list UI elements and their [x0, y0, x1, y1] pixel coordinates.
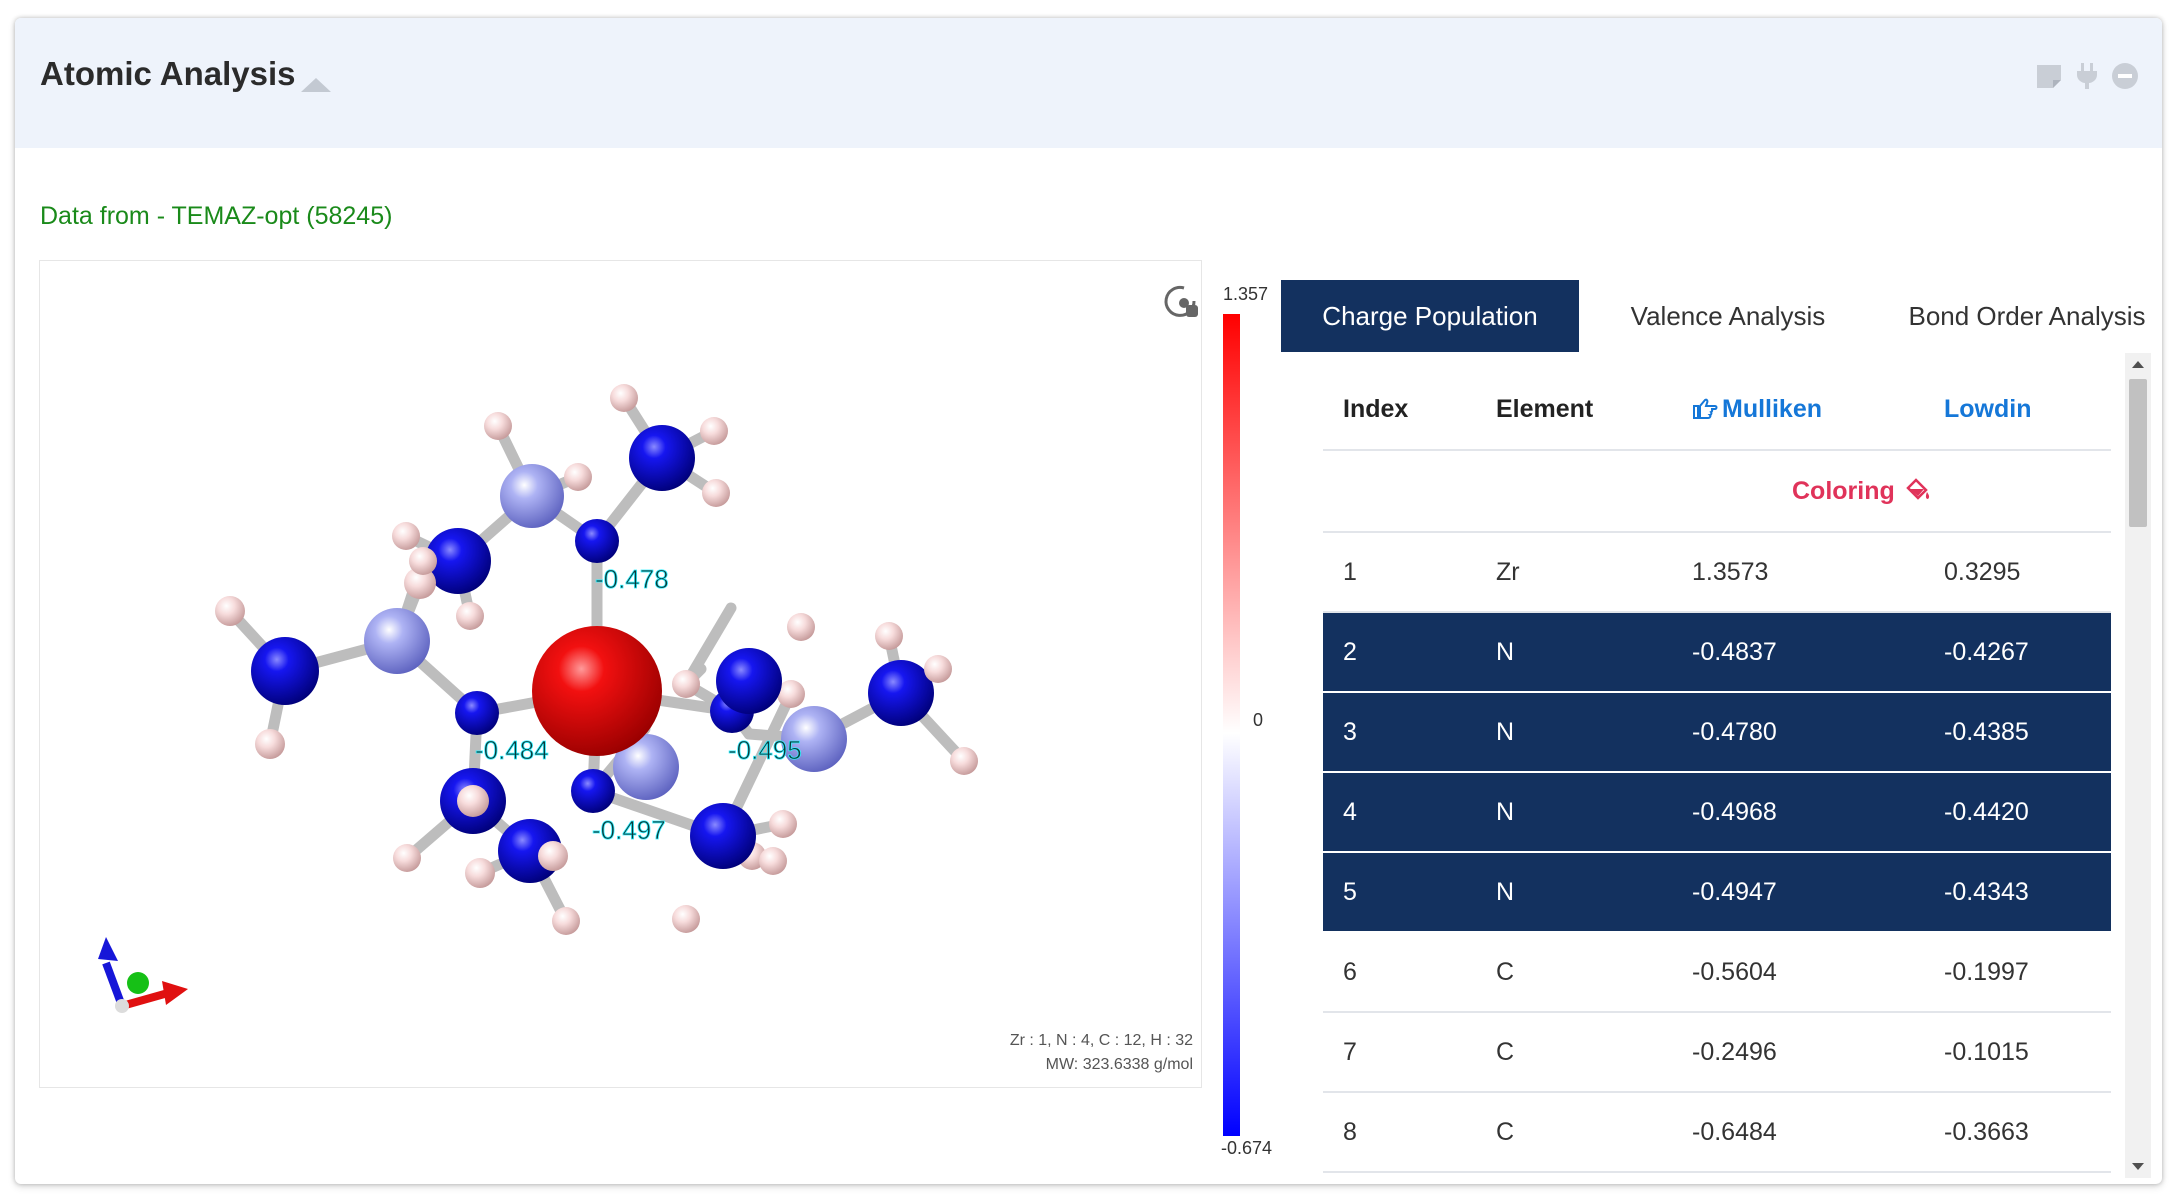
table-scrollbar[interactable]	[2125, 353, 2151, 1178]
charge-colorbar: 1.357 0 -0.674	[1205, 276, 1275, 1166]
colorbar-max-label: 1.357	[1223, 284, 1269, 304]
cell-lowdin: -0.1997	[1922, 932, 2111, 1013]
cell-index: 4	[1323, 772, 1474, 853]
table-row[interactable]: 6 C -0.5604 -0.1997	[1323, 932, 2111, 1013]
atom-label: -0.478	[595, 564, 669, 594]
cell-element: C	[1474, 932, 1672, 1013]
cell-index: 1	[1323, 532, 1474, 613]
cell-index: 2	[1323, 612, 1474, 693]
plug-icon[interactable]	[2072, 61, 2102, 91]
atom-label: -0.495	[728, 735, 802, 765]
colorbar-mid-label: 0	[1253, 710, 1264, 730]
coloring-label: Coloring	[1792, 476, 1895, 505]
molecular-weight-text: MW: 323.6338 g/mol	[1045, 1056, 1193, 1073]
molecule-viewer[interactable]: -0.478 -0.484 -0.495 -0.497 Zr : 1, N : …	[39, 260, 1202, 1088]
cell-lowdin: -0.1015	[1922, 1012, 2111, 1093]
cell-lowdin: -0.4267	[1922, 612, 2111, 693]
cell-lowdin: 0.3295	[1922, 532, 2111, 613]
table-body: 1 Zr 1.3573 0.3295 2 N -0.4837 -0.4267 3 N -0.4780…	[1323, 532, 2111, 1173]
cell-element: N	[1474, 852, 1672, 933]
cell-lowdin: -0.4420	[1922, 772, 2111, 853]
table-row[interactable]: 3 N -0.4780 -0.4385	[1323, 692, 2111, 773]
header-actions	[2034, 58, 2140, 94]
column-header-element[interactable]: Element	[1474, 370, 1672, 451]
mulliken-label: Mulliken	[1722, 395, 1823, 423]
cell-mulliken: -0.4968	[1672, 772, 1922, 853]
minus-circle-icon[interactable]	[2110, 61, 2140, 91]
colorbar-gradient	[1223, 314, 1240, 1136]
table-row[interactable]: 2 N -0.4837 -0.4267	[1323, 612, 2111, 693]
cell-mulliken: -0.6484	[1672, 1092, 1922, 1173]
cell-index: 8	[1323, 1092, 1474, 1173]
table-row[interactable]: 5 N -0.4947 -0.4343	[1323, 852, 2111, 933]
cell-element: N	[1474, 692, 1672, 773]
cell-element: N	[1474, 772, 1672, 853]
charge-table-container: Index Element Mulliken Lowdin Coloring 1…	[1323, 370, 2111, 1176]
cell-index: 6	[1323, 932, 1474, 1013]
rotate-icon[interactable]	[1162, 283, 1200, 321]
table-row[interactable]: 1 Zr 1.3573 0.3295	[1323, 532, 2111, 613]
table-header-row: Index Element Mulliken Lowdin	[1323, 370, 2111, 451]
atom-label: -0.497	[592, 815, 666, 845]
axes-gizmo	[98, 937, 188, 1013]
cell-mulliken: -0.4837	[1672, 612, 1922, 693]
cell-lowdin: -0.4385	[1922, 692, 2111, 773]
table-row[interactable]: 7 C -0.2496 -0.1015	[1323, 1012, 2111, 1093]
cell-index: 3	[1323, 692, 1474, 773]
table-row[interactable]: 8 C -0.6484 -0.3663	[1323, 1092, 2111, 1173]
coloring-button[interactable]: Coloring	[1792, 477, 1932, 505]
molecule-structure[interactable]: -0.478 -0.484 -0.495 -0.497	[40, 261, 1203, 1089]
card-header: Atomic Analysis	[15, 18, 2162, 148]
scroll-down-arrow-icon[interactable]	[2132, 1163, 2144, 1170]
sticky-note-icon[interactable]	[2034, 61, 2064, 91]
column-header-mulliken[interactable]: Mulliken	[1672, 370, 1922, 451]
colorbar-min-label: -0.674	[1221, 1138, 1273, 1158]
molecule-info: Zr : 1, N : 4, C : 12, H : 32 MW: 323.63…	[1010, 1029, 1193, 1077]
tab-charge-population[interactable]: Charge Population	[1281, 280, 1579, 352]
cell-lowdin: -0.3663	[1922, 1092, 2111, 1173]
table-row[interactable]: 4 N -0.4968 -0.4420	[1323, 772, 2111, 853]
cell-index: 5	[1323, 852, 1474, 933]
cell-index: 7	[1323, 1012, 1474, 1093]
tab-bond-order-analysis[interactable]: Bond Order Analysis	[1877, 280, 2162, 352]
atomic-analysis-card: Atomic Analysis Data from - TEMAZ-opt (5…	[15, 18, 2162, 1184]
cell-lowdin: -0.4343	[1922, 852, 2111, 933]
cell-mulliken: -0.5604	[1672, 932, 1922, 1013]
collapse-caret-icon[interactable]	[301, 78, 331, 92]
scrollbar-thumb[interactable]	[2129, 379, 2147, 527]
scroll-up-arrow-icon[interactable]	[2132, 361, 2144, 368]
paint-bucket-icon	[1905, 477, 1929, 500]
column-header-lowdin[interactable]: Lowdin	[1922, 370, 2111, 451]
charge-table: Index Element Mulliken Lowdin Coloring 1…	[1323, 370, 2111, 1173]
data-source-text: Data from - TEMAZ-opt (58245)	[40, 202, 393, 230]
cell-mulliken: 1.3573	[1672, 532, 1922, 613]
tab-valence-analysis[interactable]: Valence Analysis	[1579, 280, 1877, 352]
column-header-index[interactable]: Index	[1323, 370, 1474, 451]
cell-element: N	[1474, 612, 1672, 693]
cell-mulliken: -0.4947	[1672, 852, 1922, 933]
cell-element: Zr	[1474, 532, 1672, 613]
card-title: Atomic Analysis	[40, 55, 296, 92]
hand-pointer-icon	[1693, 398, 1718, 419]
cell-element: C	[1474, 1012, 1672, 1093]
coloring-row: Coloring	[1323, 450, 2111, 533]
cell-mulliken: -0.4780	[1672, 692, 1922, 773]
analysis-tabs: Charge Population Valence Analysis Bond …	[1281, 280, 2162, 352]
formula-text: Zr : 1, N : 4, C : 12, H : 32	[1009, 1032, 1193, 1049]
cell-element: C	[1474, 1092, 1672, 1173]
atom-label: -0.484	[475, 735, 549, 765]
cell-mulliken: -0.2496	[1672, 1012, 1922, 1093]
